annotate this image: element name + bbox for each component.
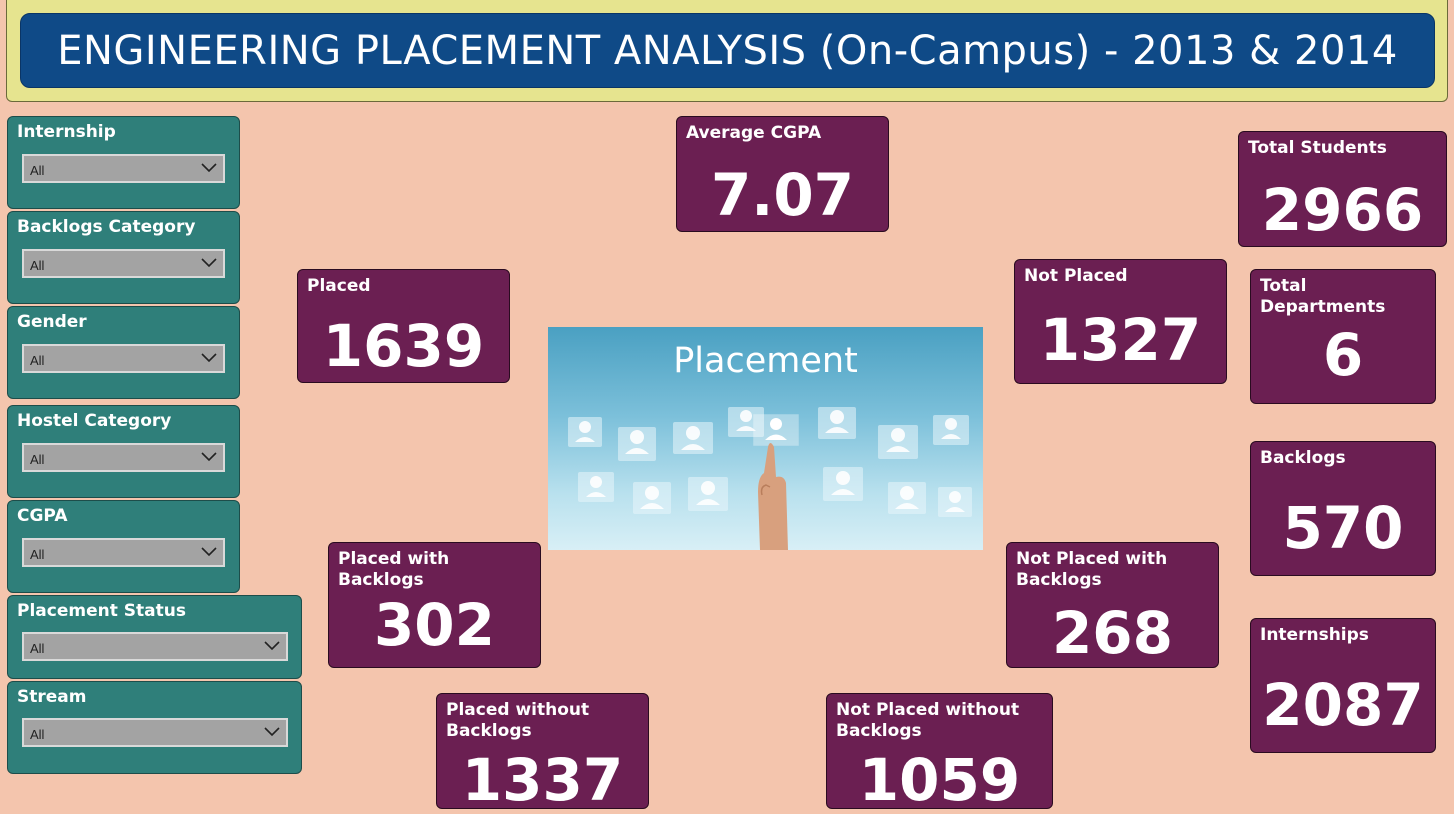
card-label: Internships bbox=[1260, 625, 1369, 645]
gender-dropdown[interactable]: All bbox=[22, 344, 225, 373]
chevron-down-icon bbox=[201, 353, 217, 363]
card-not-placed-without-backlogs: Not Placed without Backlogs 1059 bbox=[826, 693, 1053, 814]
card-total-departments: Total Departments 6 bbox=[1250, 269, 1436, 404]
placement-status-dropdown[interactable]: All bbox=[22, 632, 288, 661]
card-label: Placed without Backlogs bbox=[446, 700, 590, 741]
slicer-label: Stream bbox=[17, 687, 87, 707]
dropdown-value: All bbox=[30, 641, 45, 656]
slicer-placement-status: Placement Status All bbox=[7, 595, 302, 679]
dropdown-value: All bbox=[30, 353, 45, 368]
card-label: Placed with Backlogs bbox=[338, 549, 450, 590]
card-value: 1639 bbox=[322, 312, 485, 380]
slicer-label: Placement Status bbox=[17, 601, 186, 621]
card-not-placed: Not Placed 1327 bbox=[1014, 259, 1227, 384]
cgpa-dropdown[interactable]: All bbox=[22, 538, 225, 567]
card-value: 1059 bbox=[858, 746, 1021, 814]
page-title: ENGINEERING PLACEMENT ANALYSIS (On-Campu… bbox=[20, 13, 1435, 88]
placement-image: Placement bbox=[548, 327, 983, 550]
dropdown-value: All bbox=[30, 163, 45, 178]
chevron-down-icon bbox=[201, 547, 217, 557]
card-placed-without-backlogs: Placed without Backlogs 1337 bbox=[436, 693, 649, 814]
card-value: 1327 bbox=[1039, 306, 1202, 374]
card-label: Total Students bbox=[1248, 138, 1387, 158]
slicer-cgpa: CGPA All bbox=[7, 500, 240, 593]
card-value: 268 bbox=[1051, 599, 1174, 667]
card-label: Backlogs bbox=[1260, 448, 1346, 468]
card-value: 2966 bbox=[1261, 176, 1424, 244]
card-backlogs: Backlogs 570 bbox=[1250, 441, 1436, 576]
card-label: Not Placed with Backlogs bbox=[1016, 549, 1168, 590]
card-label: Not Placed bbox=[1024, 266, 1128, 286]
slicer-label: Backlogs Category bbox=[17, 217, 196, 237]
card-label: Placed bbox=[307, 276, 371, 296]
card-value: 6 bbox=[1322, 321, 1364, 389]
card-internships: Internships 2087 bbox=[1250, 618, 1436, 753]
dropdown-value: All bbox=[30, 547, 45, 562]
dropdown-value: All bbox=[30, 258, 45, 273]
slicer-hostel-category: Hostel Category All bbox=[7, 405, 240, 498]
slicer-label: Internship bbox=[17, 122, 116, 142]
card-value: 302 bbox=[373, 591, 496, 659]
slicer-label: CGPA bbox=[17, 506, 68, 526]
dropdown-value: All bbox=[30, 727, 45, 742]
card-value: 2087 bbox=[1262, 671, 1424, 739]
slicer-label: Gender bbox=[17, 312, 87, 332]
chevron-down-icon bbox=[264, 641, 280, 651]
card-value: 7.07 bbox=[710, 161, 855, 229]
slicer-internship: Internship All bbox=[7, 116, 240, 209]
internship-dropdown[interactable]: All bbox=[22, 154, 225, 183]
card-not-placed-with-backlogs: Not Placed with Backlogs 268 bbox=[1006, 542, 1219, 668]
card-placed: Placed 1639 bbox=[297, 269, 510, 383]
hostel-category-dropdown[interactable]: All bbox=[22, 443, 225, 472]
card-value: 1337 bbox=[461, 746, 624, 814]
card-value: 570 bbox=[1282, 494, 1404, 562]
network-people-icon bbox=[568, 407, 972, 550]
chevron-down-icon bbox=[201, 163, 217, 173]
slicer-label: Hostel Category bbox=[17, 411, 172, 431]
slicer-gender: Gender All bbox=[7, 306, 240, 399]
slicer-stream: Stream All bbox=[7, 681, 302, 774]
card-total-students: Total Students 2966 bbox=[1238, 131, 1447, 247]
card-label: Total Departments bbox=[1260, 276, 1386, 317]
card-label: Not Placed without Backlogs bbox=[836, 700, 1020, 741]
chevron-down-icon bbox=[201, 452, 217, 462]
chevron-down-icon bbox=[201, 258, 217, 268]
card-placed-with-backlogs: Placed with Backlogs 302 bbox=[328, 542, 541, 668]
chevron-down-icon bbox=[264, 727, 280, 737]
card-label: Average CGPA bbox=[686, 123, 822, 143]
slicer-backlogs-category: Backlogs Category All bbox=[7, 211, 240, 304]
card-average-cgpa: Average CGPA 7.07 bbox=[676, 116, 889, 232]
backlogs-category-dropdown[interactable]: All bbox=[22, 249, 225, 278]
dropdown-value: All bbox=[30, 452, 45, 467]
stream-dropdown[interactable]: All bbox=[22, 718, 288, 747]
